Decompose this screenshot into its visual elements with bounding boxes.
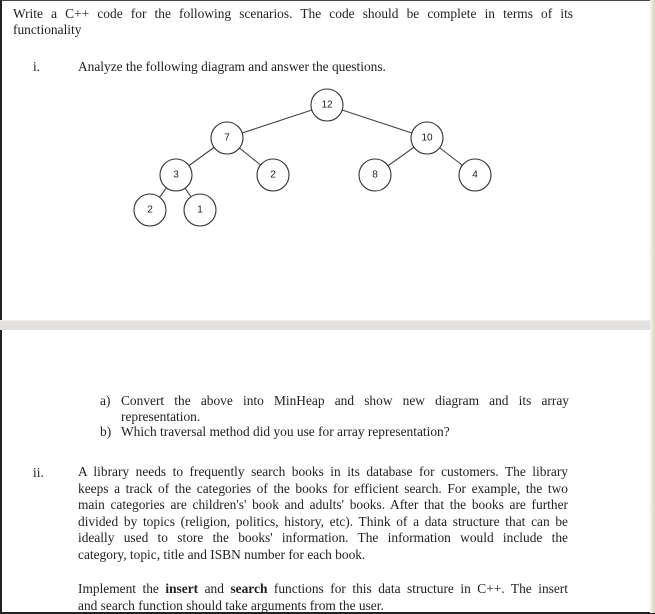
keyword-search: search bbox=[230, 581, 268, 596]
tree-node: 8 bbox=[358, 158, 392, 192]
tree-node-value: 8 bbox=[372, 170, 378, 181]
tree-node-value: 12 bbox=[321, 100, 333, 111]
paragraph-line: ideally used to store the books' informa… bbox=[78, 530, 568, 546]
question-2-number: ii. bbox=[33, 465, 44, 480]
subquestion-b-label: b) bbox=[100, 424, 112, 439]
tree-node-value: 7 bbox=[224, 133, 230, 144]
paragraph-2-line-2: and search function should take argument… bbox=[78, 597, 384, 613]
subquestion-b-text: Which traversal method did you use for a… bbox=[121, 424, 450, 439]
tree-node: 7 bbox=[210, 121, 244, 155]
paragraph-2-line-1: Implement the insert and search function… bbox=[78, 581, 568, 598]
paragraph-line: keeps a track of the categories of the b… bbox=[78, 480, 568, 496]
tree-node: 10 bbox=[410, 121, 444, 155]
subquestion-a-label: a) bbox=[100, 393, 111, 408]
tree-node-value: 1 bbox=[197, 205, 203, 216]
text-run: Implement the bbox=[78, 581, 166, 596]
subquestion-a-line-2: representation. bbox=[121, 409, 201, 424]
tree-node: 2 bbox=[133, 193, 167, 227]
text-run: functions for this data structure in C++… bbox=[267, 581, 568, 596]
paragraph-line: category, topic, title and ISBN number f… bbox=[78, 546, 366, 562]
subquestion-a-line-1: Convert the above into MinHeap and show … bbox=[121, 393, 569, 408]
paragraph-line: A library needs to frequently search boo… bbox=[78, 464, 568, 479]
binary-tree-diagram: 12 7 10 3 2 8 4 2 1 bbox=[133, 88, 492, 227]
tree-node: 2 bbox=[256, 158, 290, 192]
keyword-insert: insert bbox=[165, 581, 199, 596]
tree-node-value: 2 bbox=[270, 170, 276, 181]
question-2-paragraph-1: A library needs to frequently search boo… bbox=[78, 464, 568, 564]
text-run: and bbox=[198, 581, 231, 596]
tree-node: 3 bbox=[159, 158, 193, 192]
tree-node: 4 bbox=[458, 158, 492, 192]
tree-node: 12 bbox=[310, 88, 344, 122]
tree-node-value: 10 bbox=[421, 133, 433, 144]
tree-node: 1 bbox=[183, 193, 217, 227]
paragraph-line: main categories are children's' book and… bbox=[78, 497, 568, 513]
tree-node-value: 4 bbox=[472, 170, 478, 181]
paragraph-line: divided by topics (religion, politics, h… bbox=[78, 513, 568, 529]
tree-node-value: 2 bbox=[147, 205, 153, 216]
page-separator bbox=[0, 320, 650, 330]
question-2-paragraph-2: Implement the insert and search function… bbox=[78, 581, 568, 614]
tree-node-value: 3 bbox=[173, 170, 179, 181]
tree-nodes: 12 7 10 3 2 8 4 2 1 bbox=[133, 88, 492, 227]
